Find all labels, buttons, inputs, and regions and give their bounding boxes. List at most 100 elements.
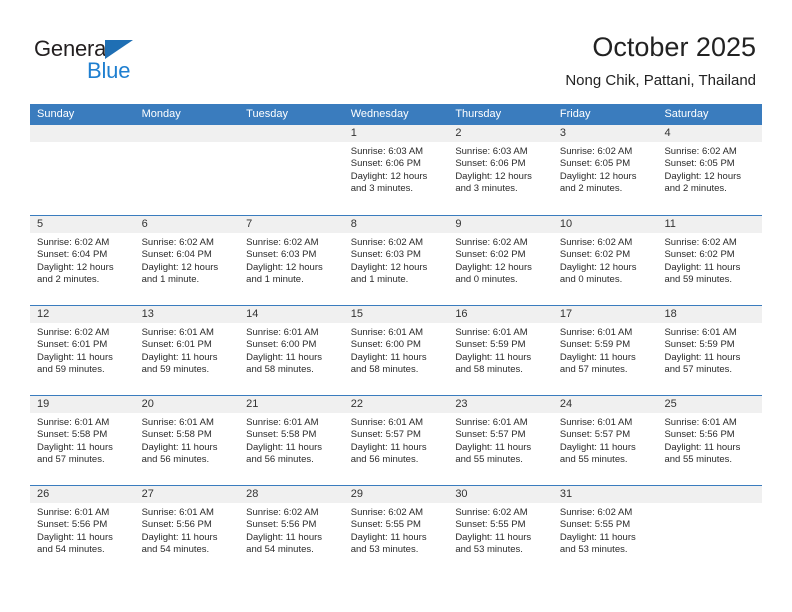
- day-cell[interactable]: 15 Sunrise: 6:01 AM Sunset: 6:00 PM Dayligh…: [343, 306, 449, 395]
- day-number: 6: [134, 216, 240, 233]
- daylight-text-line1: Daylight: 12 hours: [141, 261, 219, 273]
- weekday-header-friday: Friday: [559, 108, 591, 120]
- sunrise-text: Sunrise: 6:03 AM: [350, 146, 424, 157]
- sunset-text: Sunset: 6:05 PM: [559, 158, 631, 170]
- day-cell[interactable]: 25 Sunrise: 6:01 AM Sunset: 5:56 PM Dayligh…: [657, 396, 763, 485]
- sunrise-text: Sunrise: 6:02 AM: [246, 237, 319, 248]
- day-cell[interactable]: 14 Sunrise: 6:01 AM Sunset: 6:00 PM Dayligh…: [239, 306, 344, 395]
- day-cell[interactable]: 19 Sunrise: 6:01 AM Sunset: 5:58 PM Dayligh…: [30, 396, 135, 485]
- day-number: 21: [239, 396, 344, 413]
- day-info: Sunrise: 6:02 AM Sunset: 5:55 PM Daylight:…: [553, 503, 658, 557]
- daylight-text-line1: Daylight: 11 hours: [664, 351, 741, 363]
- day-cell[interactable]: 9 Sunrise: 6:02 AM Sunset: 6:02 PM Daylight…: [448, 216, 553, 305]
- day-number: 2: [448, 125, 553, 142]
- daylight-text-line1: Daylight: 11 hours: [350, 441, 427, 453]
- sunset-text: Sunset: 6:02 PM: [455, 249, 526, 261]
- daylight-text-line1: Daylight: 11 hours: [455, 531, 532, 543]
- weekday-header-monday: Monday: [141, 108, 181, 120]
- daylight-text-line1: Daylight: 11 hours: [559, 441, 636, 453]
- day-number: 20: [134, 396, 240, 413]
- day-cell[interactable]: 8 Sunrise: 6:02 AM Sunset: 6:03 PM Daylight…: [343, 216, 449, 305]
- day-number: [239, 125, 344, 142]
- day-cell[interactable]: 12 Sunrise: 6:02 AM Sunset: 6:01 PM Dayligh…: [30, 306, 135, 395]
- sunrise-text: Sunrise: 6:01 AM: [455, 327, 528, 338]
- logo-text-blue: Blue: [87, 58, 131, 83]
- day-cell[interactable]: 28 Sunrise: 6:02 AM Sunset: 5:56 PM Dayligh…: [239, 486, 344, 575]
- day-cell[interactable]: 26 Sunrise: 6:01 AM Sunset: 5:56 PM Dayligh…: [30, 486, 135, 575]
- day-cell[interactable]: 2 Sunrise: 6:03 AM Sunset: 6:06 PM Daylight…: [448, 125, 553, 215]
- calendar-page: General Blue October 2025 Nong Chik, Pat…: [0, 0, 792, 612]
- day-info: Sunrise: 6:01 AM Sunset: 6:00 PM Daylight:…: [344, 323, 449, 377]
- day-cell[interactable]: 22 Sunrise: 6:01 AM Sunset: 5:57 PM Dayligh…: [343, 396, 449, 485]
- sunset-text: Sunset: 5:58 PM: [37, 429, 108, 441]
- day-cell[interactable]: 31 Sunrise: 6:02 AM Sunset: 5:55 PM Dayligh…: [552, 486, 658, 575]
- sunrise-text: Sunrise: 6:02 AM: [664, 146, 737, 157]
- daylight-text-line1: Daylight: 12 hours: [350, 261, 428, 273]
- day-cell[interactable]: 11 Sunrise: 6:02 AM Sunset: 6:02 PM Dayligh…: [657, 216, 763, 305]
- day-cell[interactable]: 1 Sunrise: 6:03 AM Sunset: 6:06 PM Daylight…: [343, 125, 449, 215]
- daylight-text-line2: and 56 minutes.: [246, 454, 314, 466]
- day-cell[interactable]: 3 Sunrise: 6:02 AM Sunset: 6:05 PM Daylight…: [552, 125, 658, 215]
- day-number: 1: [343, 125, 449, 142]
- day-cell[interactable]: 16 Sunrise: 6:01 AM Sunset: 5:59 PM Dayligh…: [448, 306, 553, 395]
- day-cell[interactable]: 10 Sunrise: 6:02 AM Sunset: 6:02 PM Dayligh…: [552, 216, 658, 305]
- daylight-text-line1: Daylight: 12 hours: [455, 170, 532, 182]
- sunset-text: Sunset: 5:59 PM: [664, 339, 735, 351]
- day-info: Sunrise: 6:01 AM Sunset: 5:56 PM Daylight:…: [657, 413, 762, 467]
- daylight-text-line2: and 59 minutes.: [664, 274, 733, 286]
- day-cell[interactable]: 20 Sunrise: 6:01 AM Sunset: 5:58 PM Dayligh…: [134, 396, 240, 485]
- week-row: 26 Sunrise: 6:01 AM Sunset: 5:56 PM Dayligh…: [30, 485, 763, 575]
- daylight-text-line2: and 58 minutes.: [246, 364, 314, 376]
- weeks-container: 1 Sunrise: 6:03 AM Sunset: 6:06 PM Daylight…: [30, 125, 763, 575]
- day-cell[interactable]: 18 Sunrise: 6:01 AM Sunset: 5:59 PM Dayligh…: [657, 306, 763, 395]
- day-info: Sunrise: 6:02 AM Sunset: 5:55 PM Daylight:…: [344, 503, 449, 557]
- daylight-text-line2: and 1 minute.: [246, 274, 304, 286]
- day-cell[interactable]: 29 Sunrise: 6:02 AM Sunset: 5:55 PM Dayligh…: [343, 486, 449, 575]
- day-cell[interactable]: 5 Sunrise: 6:02 AM Sunset: 6:04 PM Daylight…: [30, 216, 135, 305]
- day-number: 16: [448, 306, 553, 323]
- day-cell[interactable]: 24 Sunrise: 6:01 AM Sunset: 5:57 PM Dayligh…: [552, 396, 658, 485]
- sunrise-text: Sunrise: 6:02 AM: [350, 507, 424, 518]
- day-cell[interactable]: 21 Sunrise: 6:01 AM Sunset: 5:58 PM Dayligh…: [239, 396, 344, 485]
- day-info: Sunrise: 6:01 AM Sunset: 5:58 PM Daylight:…: [239, 413, 344, 467]
- daylight-text-line2: and 53 minutes.: [350, 544, 419, 556]
- day-cell[interactable]: 7 Sunrise: 6:02 AM Sunset: 6:03 PM Daylight…: [239, 216, 344, 305]
- day-cell-empty: [134, 125, 240, 215]
- day-number: 26: [30, 486, 135, 503]
- sunrise-text: Sunrise: 6:01 AM: [350, 417, 424, 428]
- day-info: Sunrise: 6:03 AM Sunset: 6:06 PM Daylight:…: [344, 142, 449, 196]
- day-cell[interactable]: 4 Sunrise: 6:02 AM Sunset: 6:05 PM Daylight…: [657, 125, 763, 215]
- sunset-text: Sunset: 5:57 PM: [559, 429, 631, 441]
- day-cell[interactable]: 27 Sunrise: 6:01 AM Sunset: 5:56 PM Dayligh…: [134, 486, 240, 575]
- sunrise-text: Sunrise: 6:02 AM: [141, 237, 214, 248]
- day-number: 11: [657, 216, 763, 233]
- day-cell[interactable]: 23 Sunrise: 6:01 AM Sunset: 5:57 PM Dayligh…: [448, 396, 553, 485]
- day-info: Sunrise: 6:01 AM Sunset: 5:57 PM Daylight:…: [553, 413, 658, 467]
- sunset-text: Sunset: 6:04 PM: [141, 249, 212, 261]
- daylight-text-line2: and 2 minutes.: [559, 183, 623, 195]
- day-cell[interactable]: 6 Sunrise: 6:02 AM Sunset: 6:04 PM Daylight…: [134, 216, 240, 305]
- daylight-text-line2: and 55 minutes.: [455, 454, 523, 466]
- title-block: October 2025 Nong Chik, Pattani, Thailan…: [565, 30, 756, 92]
- day-cell[interactable]: 13 Sunrise: 6:01 AM Sunset: 6:01 PM Dayligh…: [134, 306, 240, 395]
- daylight-text-line1: Daylight: 11 hours: [559, 351, 636, 363]
- day-info: Sunrise: 6:01 AM Sunset: 5:56 PM Daylight:…: [135, 503, 240, 557]
- weekday-header-saturday: Saturday: [664, 108, 709, 120]
- daylight-text-line2: and 2 minutes.: [37, 274, 100, 286]
- day-info: Sunrise: 6:01 AM Sunset: 6:00 PM Daylight:…: [239, 323, 344, 377]
- week-row: 12 Sunrise: 6:02 AM Sunset: 6:01 PM Dayligh…: [30, 305, 763, 395]
- day-number: 15: [343, 306, 449, 323]
- daylight-text-line1: Daylight: 11 hours: [455, 441, 532, 453]
- page-title: October 2025: [592, 32, 756, 62]
- day-number: [657, 486, 763, 503]
- daylight-text-line1: Daylight: 11 hours: [559, 531, 636, 543]
- sunrise-text: Sunrise: 6:01 AM: [37, 417, 110, 428]
- day-number: 7: [239, 216, 344, 233]
- day-info: Sunrise: 6:02 AM Sunset: 6:02 PM Daylight:…: [657, 233, 762, 287]
- daylight-text-line1: Daylight: 11 hours: [350, 531, 427, 543]
- sunset-text: Sunset: 6:03 PM: [350, 249, 421, 261]
- day-cell[interactable]: 17 Sunrise: 6:01 AM Sunset: 5:59 PM Dayligh…: [552, 306, 658, 395]
- day-cell[interactable]: 30 Sunrise: 6:02 AM Sunset: 5:55 PM Dayligh…: [448, 486, 553, 575]
- day-info: Sunrise: 6:02 AM Sunset: 6:02 PM Daylight:…: [448, 233, 553, 287]
- sunset-text: Sunset: 5:56 PM: [37, 519, 108, 531]
